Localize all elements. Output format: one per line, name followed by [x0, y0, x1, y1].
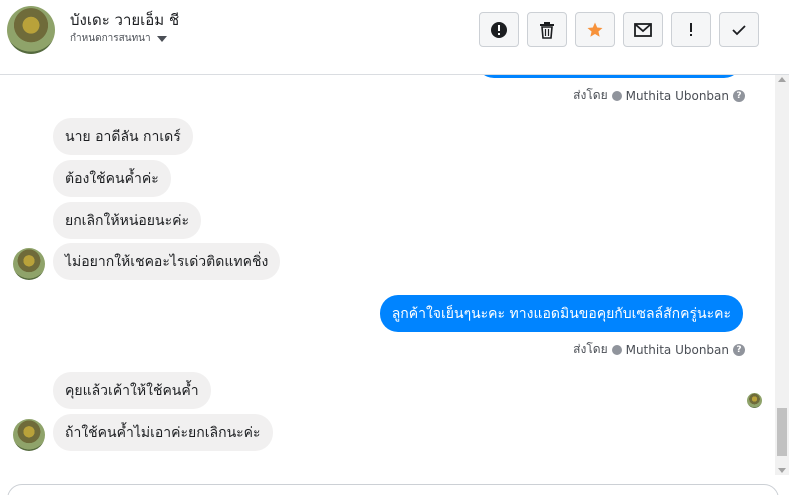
- scrollbar-thumb[interactable]: [777, 408, 787, 456]
- incoming-message[interactable]: นาย อาดีลัน กาเดร์: [53, 118, 193, 155]
- conversation-header: บังเดะ วายเอ็ม ชี กำหนดการสนทนา: [0, 0, 789, 75]
- sender-name[interactable]: Muthita Ubonban: [626, 343, 729, 357]
- sent-by-label: ส่งโดย Muthita Ubonban ?: [573, 340, 745, 359]
- mark-unread-button[interactable]: [623, 12, 663, 47]
- mark-spam-button[interactable]: [479, 12, 519, 47]
- conversation-settings-dropdown[interactable]: กำหนดการสนทนา: [70, 31, 167, 46]
- message-composer[interactable]: [7, 484, 779, 495]
- contact-avatar[interactable]: [7, 6, 55, 54]
- sent-by-prefix: ส่งโดย: [573, 88, 608, 102]
- checkmark-icon: [732, 24, 746, 35]
- help-icon[interactable]: ?: [733, 89, 745, 102]
- incoming-message[interactable]: คุยแล้วเค้าให้ใช้คนค้ำ: [53, 372, 211, 409]
- star-icon: [587, 22, 603, 37]
- mark-done-button[interactable]: [719, 12, 759, 47]
- seen-indicator-avatar: [747, 393, 762, 408]
- sent-by-label: ส่งโดย Muthita Ubonban ?: [573, 86, 745, 105]
- scroll-down-arrow-icon[interactable]: [778, 468, 786, 473]
- verified-icon: [611, 344, 622, 355]
- caret-down-icon: [156, 35, 167, 42]
- scrollbar[interactable]: [775, 75, 789, 475]
- sender-avatar[interactable]: [13, 248, 45, 280]
- outgoing-message[interactable]: ลูกค้าใจเย็นๆนะคะ ทางแอดมินขอคุยกับเซลล์…: [379, 295, 743, 332]
- incoming-message[interactable]: ต้องใช้คนค้ำค่ะ: [53, 160, 171, 197]
- conversation-settings-label: กำหนดการสนทนา: [70, 33, 151, 44]
- scroll-up-arrow-icon[interactable]: [778, 77, 786, 82]
- contact-name[interactable]: บังเดะ วายเอ็ม ชี: [70, 8, 179, 32]
- message-thread[interactable]: ส่งโดย Muthita Ubonban ? นาย อาดีลัน กาเ…: [0, 75, 775, 475]
- incoming-message[interactable]: ไม่อยากให้เชคอะไรเด่วติดแทคชิ่ง: [53, 243, 281, 280]
- delete-button[interactable]: [527, 12, 567, 47]
- incoming-message[interactable]: ถ้าใช้คนค้ำไม่เอาค่ะยกเลิกนะค่ะ: [53, 414, 273, 451]
- help-icon[interactable]: ?: [733, 343, 745, 356]
- spam-alert-icon: [491, 21, 507, 38]
- mail-icon: [634, 22, 652, 37]
- exclamation-icon: [690, 22, 692, 36]
- follow-up-button[interactable]: [671, 12, 711, 47]
- incoming-message[interactable]: ยกเลิกให้หน่อยนะค่ะ: [53, 202, 201, 239]
- conversation-toolbar: [479, 12, 759, 47]
- outgoing-message-partial: [476, 75, 742, 78]
- sent-by-prefix: ส่งโดย: [573, 342, 608, 356]
- trash-icon: [540, 21, 554, 39]
- verified-icon: [611, 90, 622, 101]
- sender-name[interactable]: Muthita Ubonban: [626, 89, 729, 103]
- star-button[interactable]: [575, 12, 615, 47]
- sender-avatar[interactable]: [13, 419, 45, 451]
